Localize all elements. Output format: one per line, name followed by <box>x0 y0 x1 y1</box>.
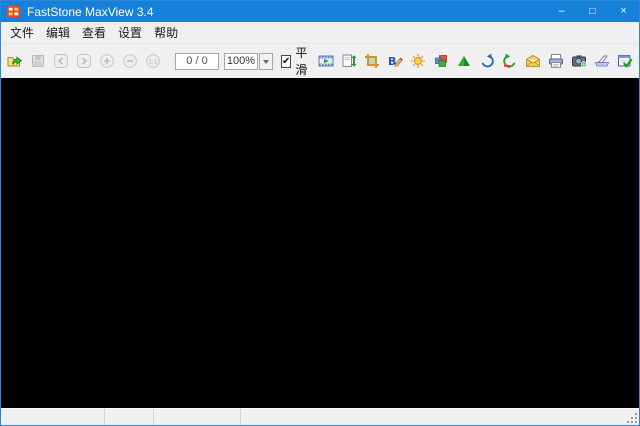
effects-button[interactable] <box>429 51 452 71</box>
email-icon <box>525 53 541 69</box>
menu-help[interactable]: 帮助 <box>148 22 184 43</box>
statusbar-panel-1 <box>1 409 105 425</box>
fullscreen-button[interactable] <box>636 51 640 71</box>
next-image-button <box>72 51 95 71</box>
open-folder-icon <box>7 53 23 69</box>
status-bar <box>1 408 639 425</box>
smooth-option: ✔ 平滑 <box>281 44 310 78</box>
actual-size-icon: 1:1 <box>145 53 161 69</box>
zoom-in-icon <box>99 53 115 69</box>
crop-icon <box>364 53 380 69</box>
crop-button[interactable] <box>360 51 383 71</box>
save-icon <box>30 53 46 69</box>
minimize-icon: – <box>558 6 564 17</box>
colors-icon <box>410 53 426 69</box>
effects-icon <box>433 53 449 69</box>
scan-button[interactable] <box>590 51 613 71</box>
smooth-checkbox[interactable]: ✔ <box>281 55 291 68</box>
scan-icon <box>594 53 610 69</box>
menu-file[interactable]: 文件 <box>4 22 40 43</box>
app-window: FastStone MaxView 3.4 – □ × 文件 编辑 查看 设置 … <box>0 0 640 426</box>
previous-image-icon <box>53 53 69 69</box>
menu-edit[interactable]: 编辑 <box>40 22 76 43</box>
settings-icon <box>617 53 633 69</box>
save-button <box>26 51 49 71</box>
close-button[interactable]: × <box>608 1 639 22</box>
menu-view[interactable]: 查看 <box>76 22 112 43</box>
actual-size-button: 1:1 <box>141 51 164 71</box>
menu-settings[interactable]: 设置 <box>112 22 148 43</box>
zoom-level-field[interactable]: 100% <box>224 53 258 70</box>
resize-icon <box>341 53 357 69</box>
toolbar-right-group: B <box>314 51 636 71</box>
colors-button[interactable] <box>406 51 429 71</box>
next-image-icon <box>76 53 92 69</box>
statusbar-panel-2 <box>105 409 154 425</box>
slideshow-button[interactable] <box>314 51 337 71</box>
menu-bar: 文件 编辑 查看 设置 帮助 <box>1 22 639 43</box>
print-icon <box>548 53 564 69</box>
open-button[interactable] <box>3 51 26 71</box>
maximize-button[interactable]: □ <box>577 1 608 22</box>
maximize-icon: □ <box>589 6 595 17</box>
slideshow-icon <box>318 53 334 69</box>
rotate-right-button[interactable] <box>498 51 521 71</box>
smooth-label: 平滑 <box>295 44 310 78</box>
levels-button[interactable] <box>452 51 475 71</box>
zoom-dropdown-button[interactable] <box>259 53 273 70</box>
statusbar-panel-3 <box>154 409 241 425</box>
zoom-out-button <box>118 51 141 71</box>
draw-board-button[interactable]: B <box>383 51 406 71</box>
zoom-combo: 100% <box>224 53 273 70</box>
settings-check-button[interactable] <box>613 51 636 71</box>
image-counter-field[interactable]: 0 / 0 <box>175 53 219 70</box>
window-title: FastStone MaxView 3.4 <box>27 5 154 19</box>
svg-text:1:1: 1:1 <box>148 59 157 65</box>
image-canvas[interactable] <box>1 78 639 408</box>
zoom-in-button <box>95 51 118 71</box>
app-logo-icon <box>6 4 21 19</box>
rotate-left-icon <box>479 53 495 69</box>
resize-grip-icon[interactable] <box>627 413 637 423</box>
toolbar: 1:1 0 / 0 100% ✔ 平滑 <box>1 43 639 78</box>
print-button[interactable] <box>544 51 567 71</box>
screen-capture-icon <box>571 53 587 69</box>
rotate-left-button[interactable] <box>475 51 498 71</box>
zoom-out-icon <box>122 53 138 69</box>
screen-capture-button[interactable] <box>567 51 590 71</box>
email-button[interactable] <box>521 51 544 71</box>
draw-board-icon: B <box>387 53 403 69</box>
close-icon: × <box>620 6 626 17</box>
chevron-down-icon <box>263 60 269 67</box>
rotate-right-icon <box>502 53 518 69</box>
previous-image-button <box>49 51 72 71</box>
title-bar: FastStone MaxView 3.4 – □ × <box>1 1 639 22</box>
checkmark-icon: ✔ <box>282 56 290 67</box>
minimize-button[interactable]: – <box>546 1 577 22</box>
levels-icon <box>456 53 472 69</box>
resize-button[interactable] <box>337 51 360 71</box>
statusbar-panel-4 <box>241 409 639 425</box>
